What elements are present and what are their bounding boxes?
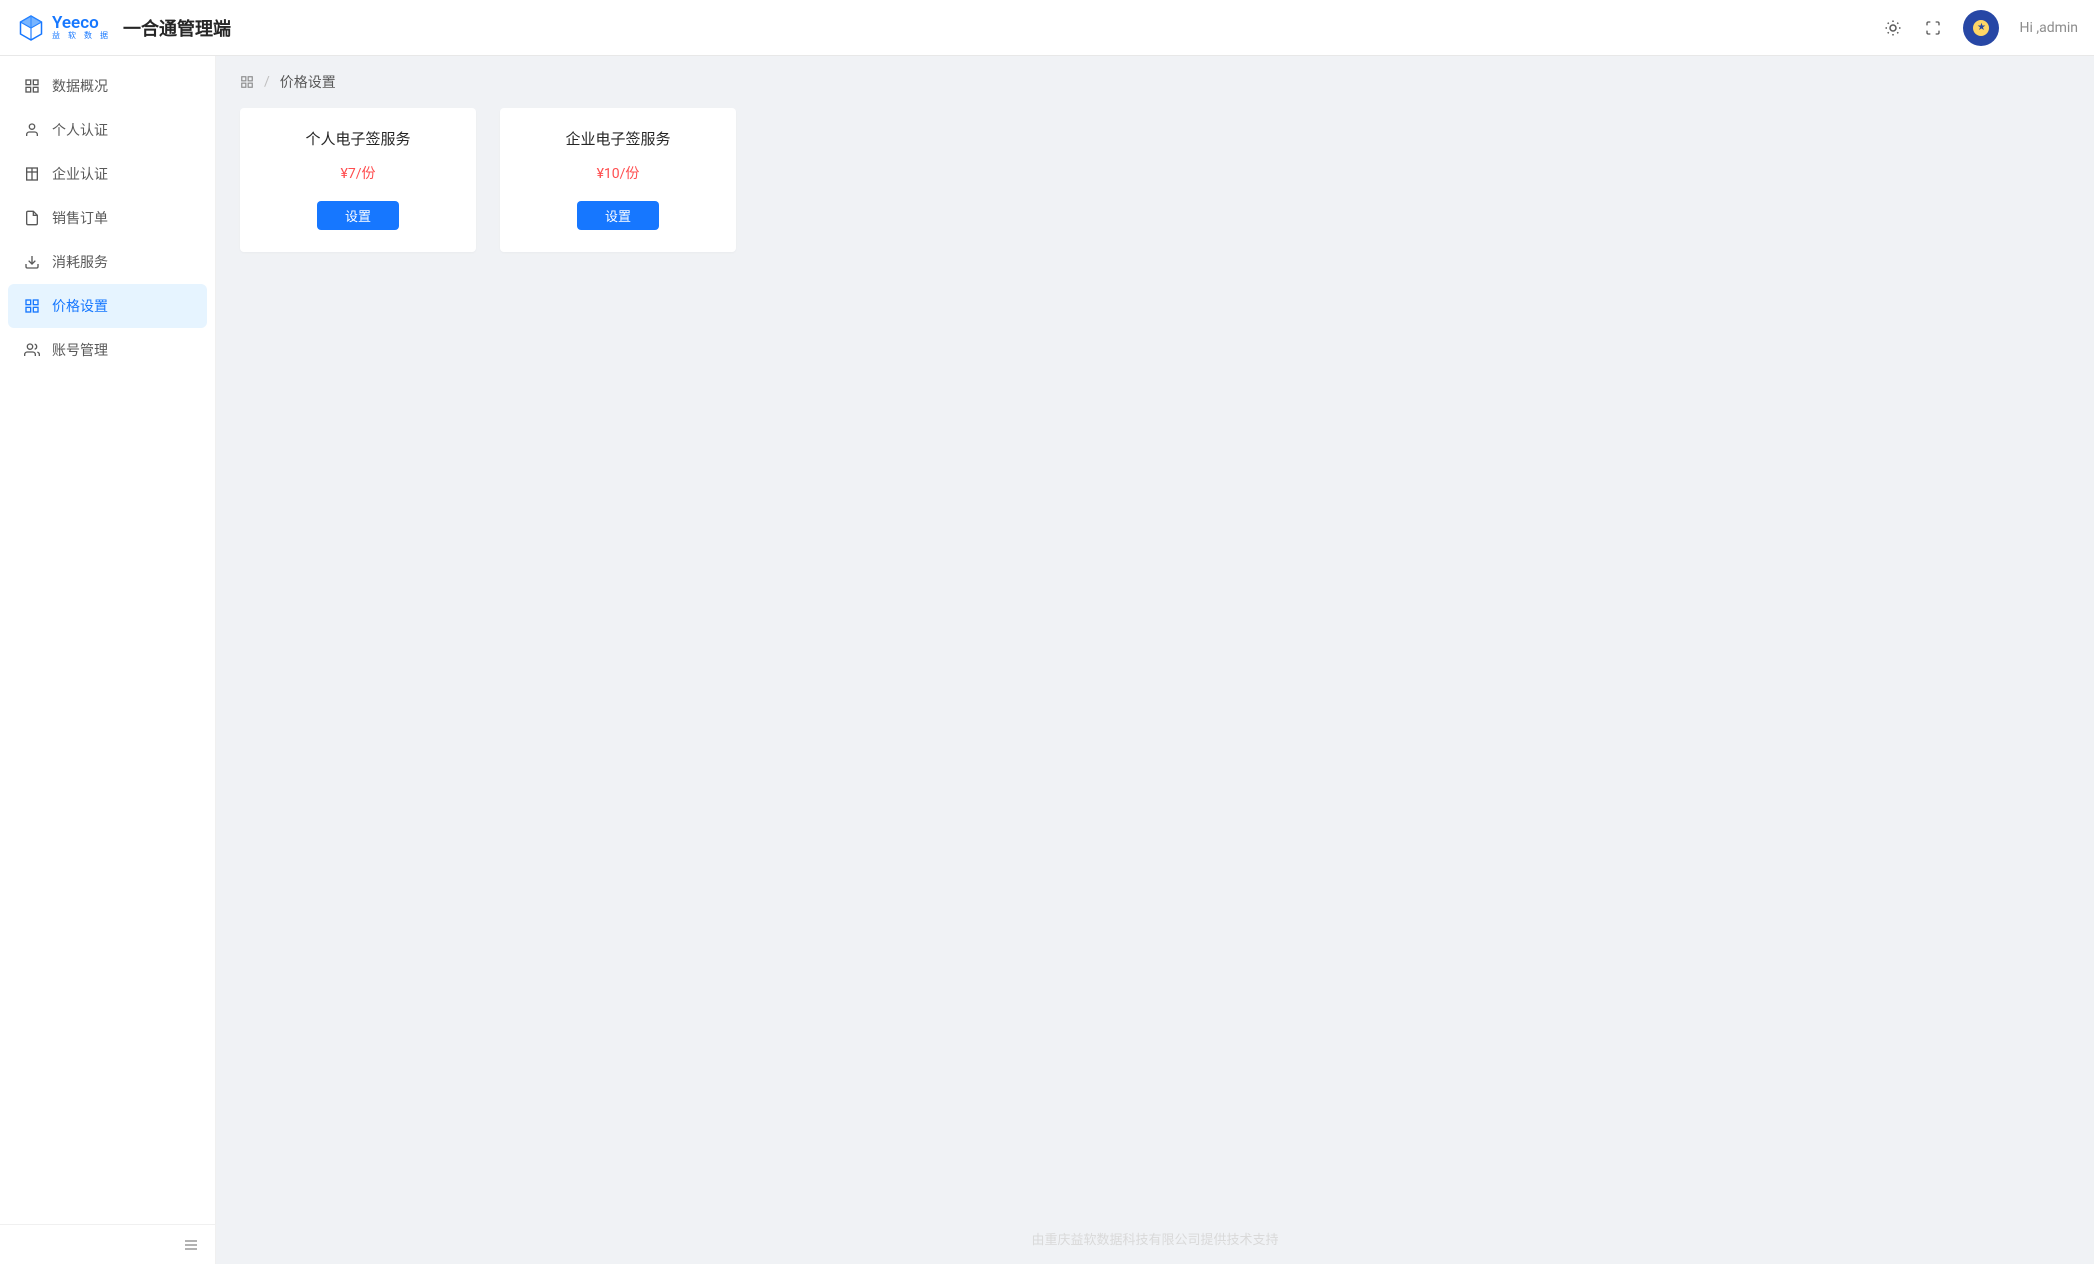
grid-icon [24,298,40,314]
sidebar-item-consumption-service[interactable]: 消耗服务 [8,240,207,284]
card-title: 企业电子签服务 [565,128,670,149]
breadcrumb-separator: / [264,74,270,90]
logo[interactable]: Yeeco 益 软 数 据 [16,13,111,43]
layout: 数据概况 个人认证 企业认证 销售订单 [0,56,2094,1264]
user-icon [24,122,40,138]
theme-toggle-icon[interactable] [1883,18,1903,38]
avatar[interactable]: ★ [1963,10,1999,46]
price-card-personal: 个人电子签服务 ¥7/份 设置 [240,108,476,252]
footer-text: 由重庆益软数据科技有限公司提供技术支持 [1031,1233,1278,1248]
sidebar-item-data-overview[interactable]: 数据概况 [8,64,207,108]
sidebar-item-enterprise-auth[interactable]: 企业认证 [8,152,207,196]
settings-button[interactable]: 设置 [577,201,659,230]
card-title: 个人电子签服务 [305,128,410,149]
sidebar-item-personal-auth[interactable]: 个人认证 [8,108,207,152]
sidebar: 数据概况 个人认证 企业认证 销售订单 [0,56,216,1264]
sidebar-item-label: 消耗服务 [52,252,108,272]
logo-brand: Yeeco [52,15,111,32]
price-card-enterprise: 企业电子签服务 ¥10/份 设置 [500,108,736,252]
main-content: / 价格设置 个人电子签服务 ¥7/份 设置 企业电子签服务 ¥10/份 设置 … [216,56,2094,1264]
sidebar-item-price-settings[interactable]: 价格设置 [8,284,207,328]
avatar-star-icon: ★ [1973,20,1989,36]
sidebar-collapse-button[interactable] [0,1224,215,1264]
sidebar-item-label: 企业认证 [52,164,108,184]
logo-sub: 益 软 数 据 [52,32,111,40]
logo-text: Yeeco 益 软 数 据 [52,15,111,40]
breadcrumb: / 价格设置 [216,56,2094,108]
file-icon [24,210,40,226]
app-title: 一合通管理端 [123,15,231,41]
download-icon [24,254,40,270]
fullscreen-icon[interactable] [1923,18,1943,38]
sidebar-item-label: 个人认证 [52,120,108,140]
settings-button[interactable]: 设置 [317,201,399,230]
grid-icon [24,78,40,94]
breadcrumb-current: 价格设置 [280,72,336,92]
grid-icon[interactable] [240,75,254,89]
header-right: ★ Hi ,admin [1883,10,2078,46]
content-area: 个人电子签服务 ¥7/份 设置 企业电子签服务 ¥10/份 设置 [216,108,2094,1217]
footer: 由重庆益软数据科技有限公司提供技术支持 [216,1217,2094,1264]
header-left: Yeeco 益 软 数 据 一合通管理端 [16,13,231,43]
greeting-text: Hi ,admin [2019,20,2078,36]
building-icon [24,166,40,182]
sidebar-item-label: 数据概况 [52,76,108,96]
sidebar-menu: 数据概况 个人认证 企业认证 销售订单 [0,56,215,1224]
card-price: ¥7/份 [341,163,376,183]
logo-icon [16,13,46,43]
menu-fold-icon [183,1237,199,1253]
card-price: ¥10/份 [597,163,640,183]
sidebar-item-label: 账号管理 [52,340,108,360]
sidebar-item-sales-orders[interactable]: 销售订单 [8,196,207,240]
header: Yeeco 益 软 数 据 一合通管理端 ★ Hi ,admin [0,0,2094,56]
sidebar-item-label: 价格设置 [52,296,108,316]
users-icon [24,342,40,358]
sidebar-item-account-management[interactable]: 账号管理 [8,328,207,372]
sidebar-item-label: 销售订单 [52,208,108,228]
